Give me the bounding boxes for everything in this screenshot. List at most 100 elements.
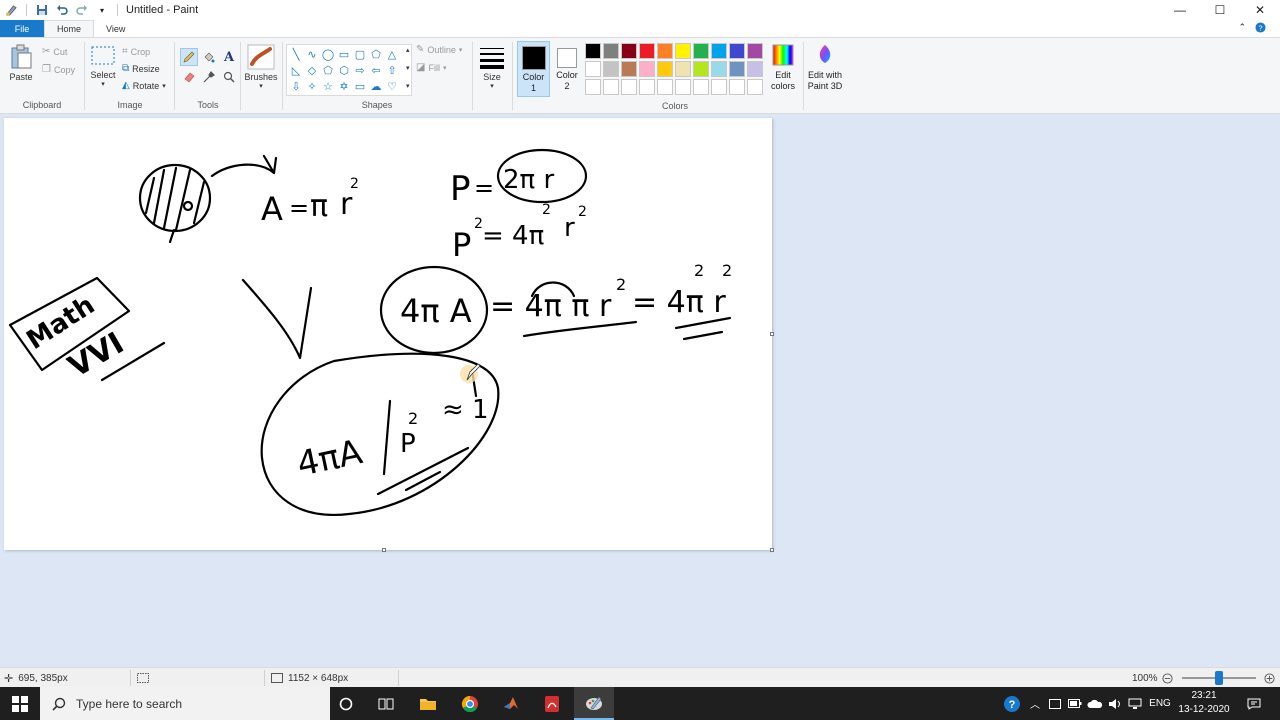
magnifier-tool-icon[interactable] — [220, 68, 238, 86]
up-arrow-shape-icon[interactable]: ⇧ — [384, 62, 400, 78]
cut-button[interactable]: ✂ Cut — [42, 46, 67, 57]
battery-icon[interactable] — [1066, 687, 1084, 720]
canvas-resize-handle-corner[interactable] — [770, 548, 774, 552]
zoom-in-button[interactable] — [1264, 668, 1275, 688]
right-arrow-shape-icon[interactable]: ⇨ — [352, 62, 368, 78]
edit-colors-button[interactable]: Edit colors — [766, 41, 800, 97]
palette-swatch-r2-c6[interactable] — [675, 61, 691, 77]
rectangle-shape-icon[interactable]: ▭ — [336, 46, 352, 62]
palette-swatch-r1-c1[interactable] — [585, 43, 601, 59]
task-view-button[interactable] — [366, 687, 406, 720]
callout-shape-icon[interactable]: ▭ — [352, 78, 368, 94]
palette-swatch-r1-c4[interactable] — [639, 43, 655, 59]
start-button[interactable] — [0, 687, 40, 720]
rotate-dropdown-icon[interactable]: ▾ — [162, 82, 166, 90]
palette-swatch-r3-c9[interactable] — [729, 79, 745, 95]
show-hidden-icons-chevron-icon[interactable]: ︿ — [1026, 687, 1044, 720]
size-button[interactable]: Size ▾ — [476, 44, 508, 90]
curve-shape-icon[interactable]: ∿ — [304, 46, 320, 62]
zoom-out-button[interactable] — [1162, 668, 1173, 688]
palette-swatch-r1-c5[interactable] — [657, 43, 673, 59]
close-button[interactable]: ✕ — [1240, 0, 1280, 20]
shapes-scroll-up-icon[interactable]: ▴ — [406, 46, 410, 54]
volume-icon[interactable] — [1106, 687, 1124, 720]
polygon-shape-icon[interactable]: ⬠ — [368, 46, 384, 62]
palette-swatch-r3-c5[interactable] — [657, 79, 673, 95]
resize-button[interactable]: ⧉ Resize — [122, 63, 160, 74]
size-dropdown-icon[interactable]: ▾ — [476, 82, 508, 90]
palette-swatch-r2-c10[interactable] — [747, 61, 763, 77]
palette-swatch-r3-c4[interactable] — [639, 79, 655, 95]
chrome-taskbar-button[interactable] — [450, 687, 490, 720]
five-point-star-shape-icon[interactable]: ☆ — [320, 78, 336, 94]
customize-toolbar-chevron-icon[interactable]: ▾ — [95, 3, 109, 17]
brushes-button[interactable]: Brushes ▾ — [243, 44, 279, 90]
palette-swatch-r3-c2[interactable] — [603, 79, 619, 95]
palette-swatch-r3-c7[interactable] — [693, 79, 709, 95]
palette-swatch-r2-c8[interactable] — [711, 61, 727, 77]
zoom-slider-thumb[interactable] — [1215, 671, 1223, 685]
acrobat-taskbar-button[interactable] — [532, 687, 572, 720]
left-arrow-shape-icon[interactable]: ⇦ — [368, 62, 384, 78]
tray-window-icon[interactable] — [1046, 687, 1064, 720]
right-triangle-shape-icon[interactable]: ◺ — [288, 62, 304, 78]
action-center-icon[interactable] — [1242, 687, 1266, 720]
brushes-dropdown-icon[interactable]: ▾ — [243, 82, 279, 90]
fill-bucket-tool-icon[interactable] — [200, 48, 218, 66]
palette-swatch-r2-c7[interactable] — [693, 61, 709, 77]
palette-swatch-r1-c8[interactable] — [711, 43, 727, 59]
canvas-resize-handle-bottom[interactable] — [382, 548, 386, 552]
down-arrow-shape-icon[interactable]: ⇩ — [288, 78, 304, 94]
maximize-button[interactable]: ☐ — [1200, 0, 1240, 20]
diamond-shape-icon[interactable]: ◇ — [304, 62, 320, 78]
file-explorer-taskbar-button[interactable] — [408, 687, 448, 720]
palette-swatch-r2-c9[interactable] — [729, 61, 745, 77]
select-dropdown-icon[interactable]: ▾ — [88, 80, 118, 88]
pentagon-shape-icon[interactable]: ⬠ — [320, 62, 336, 78]
oval-shape-icon[interactable]: ◯ — [320, 46, 336, 62]
paste-button[interactable]: Paste — [6, 44, 36, 82]
shapes-more-icon[interactable]: ▾ — [406, 82, 410, 90]
save-icon[interactable] — [35, 3, 49, 17]
shapes-scroll-down-icon[interactable]: ▾ — [406, 64, 410, 72]
palette-swatch-r1-c3[interactable] — [621, 43, 637, 59]
help-tray-icon[interactable]: ? — [1000, 687, 1024, 720]
cloud-callout-shape-icon[interactable]: ☁ — [368, 78, 384, 94]
outline-button[interactable]: ✎ Outline ▾ — [416, 44, 462, 55]
taskbar-clock[interactable]: 23:21 13-12-2020 — [1176, 689, 1232, 717]
drawing-canvas[interactable]: A = π r 2 P = 2π r P 2 = 4π 2 r 2 Math V… — [4, 118, 772, 550]
palette-swatch-r2-c1[interactable] — [585, 61, 601, 77]
palette-swatch-r1-c6[interactable] — [675, 43, 691, 59]
cortana-button[interactable] — [326, 687, 366, 720]
text-tool-icon[interactable]: A — [220, 48, 238, 66]
four-point-star-shape-icon[interactable]: ✧ — [304, 78, 320, 94]
input-language-indicator[interactable]: ENG — [1146, 687, 1174, 720]
triangle-shape-icon[interactable]: △ — [384, 46, 400, 62]
palette-swatch-r2-c4[interactable] — [639, 61, 655, 77]
redo-icon[interactable] — [75, 3, 89, 17]
canvas-resize-handle-right[interactable] — [770, 332, 774, 336]
hexagon-shape-icon[interactable]: ⬡ — [336, 62, 352, 78]
palette-swatch-r2-c5[interactable] — [657, 61, 673, 77]
eraser-tool-icon[interactable] — [180, 68, 198, 86]
line-shape-icon[interactable]: ╲ — [288, 46, 304, 62]
help-icon[interactable]: ? — [1255, 22, 1266, 36]
undo-icon[interactable] — [55, 3, 69, 17]
rotate-button[interactable]: ◭ Rotate ▾ — [122, 80, 166, 91]
copy-button[interactable]: ❐ Copy — [42, 64, 75, 75]
palette-swatch-r3-c6[interactable] — [675, 79, 691, 95]
heart-shape-icon[interactable]: ♡ — [384, 78, 400, 94]
paint-taskbar-button[interactable] — [574, 687, 614, 720]
tab-view[interactable]: View — [94, 20, 137, 37]
palette-swatch-r2-c2[interactable] — [603, 61, 619, 77]
palette-swatch-r3-c1[interactable] — [585, 79, 601, 95]
palette-swatch-r3-c10[interactable] — [747, 79, 763, 95]
color1-button[interactable]: Color 1 — [517, 41, 550, 97]
palette-swatch-r1-c2[interactable] — [603, 43, 619, 59]
palette-swatch-r3-c8[interactable] — [711, 79, 727, 95]
crop-button[interactable]: ⌗ Crop — [122, 46, 150, 57]
collapse-ribbon-icon[interactable]: ⌃ — [1238, 22, 1246, 33]
minimize-button[interactable]: — — [1160, 0, 1200, 20]
tab-file[interactable]: File — [0, 20, 44, 37]
pencil-tool-icon[interactable] — [180, 48, 198, 66]
